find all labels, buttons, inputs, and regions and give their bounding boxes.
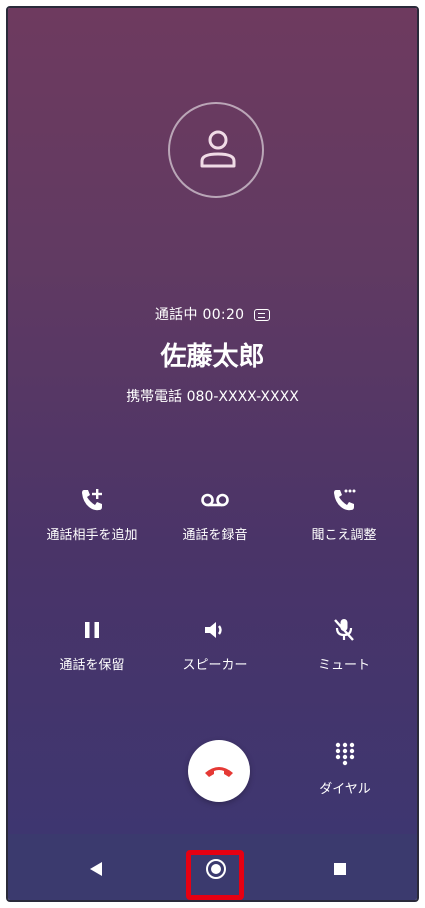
add-call-label: 通話相手を追加 bbox=[46, 528, 138, 543]
recents-square-icon bbox=[334, 863, 346, 875]
voicemail-icon bbox=[201, 493, 229, 507]
speaker-button[interactable]: スピーカー bbox=[155, 616, 275, 673]
pause-icon bbox=[85, 622, 99, 638]
hangup-icon bbox=[205, 767, 233, 777]
back-triangle-icon bbox=[90, 862, 102, 876]
mute-button[interactable]: ミュート bbox=[284, 616, 404, 673]
call-duration: 00:20 bbox=[202, 307, 245, 323]
dialpad-button[interactable]: ダイヤル bbox=[290, 740, 400, 797]
end-call-button[interactable] bbox=[188, 740, 250, 802]
call-status-label: 通話中 bbox=[154, 307, 198, 323]
hearing-adjust-label: 聞こえ調整 bbox=[311, 528, 377, 543]
caller-name: 佐藤太郎 bbox=[160, 342, 265, 372]
nav-back-button[interactable] bbox=[66, 834, 126, 900]
call-status: 通話中 00:20 bbox=[8, 304, 417, 324]
add-call-button[interactable]: 通話相手を追加 bbox=[32, 486, 152, 543]
record-call-label: 通話を録音 bbox=[182, 528, 248, 543]
speaker-label: スピーカー bbox=[182, 658, 248, 673]
nav-recents-button[interactable] bbox=[310, 834, 370, 900]
contact-avatar bbox=[168, 102, 264, 198]
add-call-icon bbox=[82, 489, 102, 511]
mute-label: ミュート bbox=[317, 658, 370, 673]
hold-label: 通話を保留 bbox=[59, 658, 125, 673]
call-settings-icon bbox=[334, 489, 356, 511]
hearing-adjust-button[interactable]: 聞こえ調整 bbox=[284, 486, 404, 543]
mic-off-icon bbox=[334, 619, 354, 641]
speaker-icon bbox=[205, 622, 222, 638]
caller-number: 携帯電話 080-XXXX-XXXX bbox=[126, 389, 299, 405]
dialpad-label: ダイヤル bbox=[319, 782, 371, 797]
hold-button[interactable]: 通話を保留 bbox=[32, 616, 152, 673]
hd-voice-icon bbox=[254, 309, 271, 321]
home-button-highlight bbox=[186, 850, 244, 900]
dialpad-icon bbox=[335, 742, 355, 766]
phone-frame: 通話中 00:20 佐藤太郎 携帯電話 080-XXXX-XXXX 通話相手を追… bbox=[6, 6, 419, 902]
in-call-screen: 通話中 00:20 佐藤太郎 携帯電話 080-XXXX-XXXX 通話相手を追… bbox=[8, 8, 417, 834]
record-call-button[interactable]: 通話を録音 bbox=[155, 486, 275, 543]
person-icon bbox=[200, 130, 236, 168]
